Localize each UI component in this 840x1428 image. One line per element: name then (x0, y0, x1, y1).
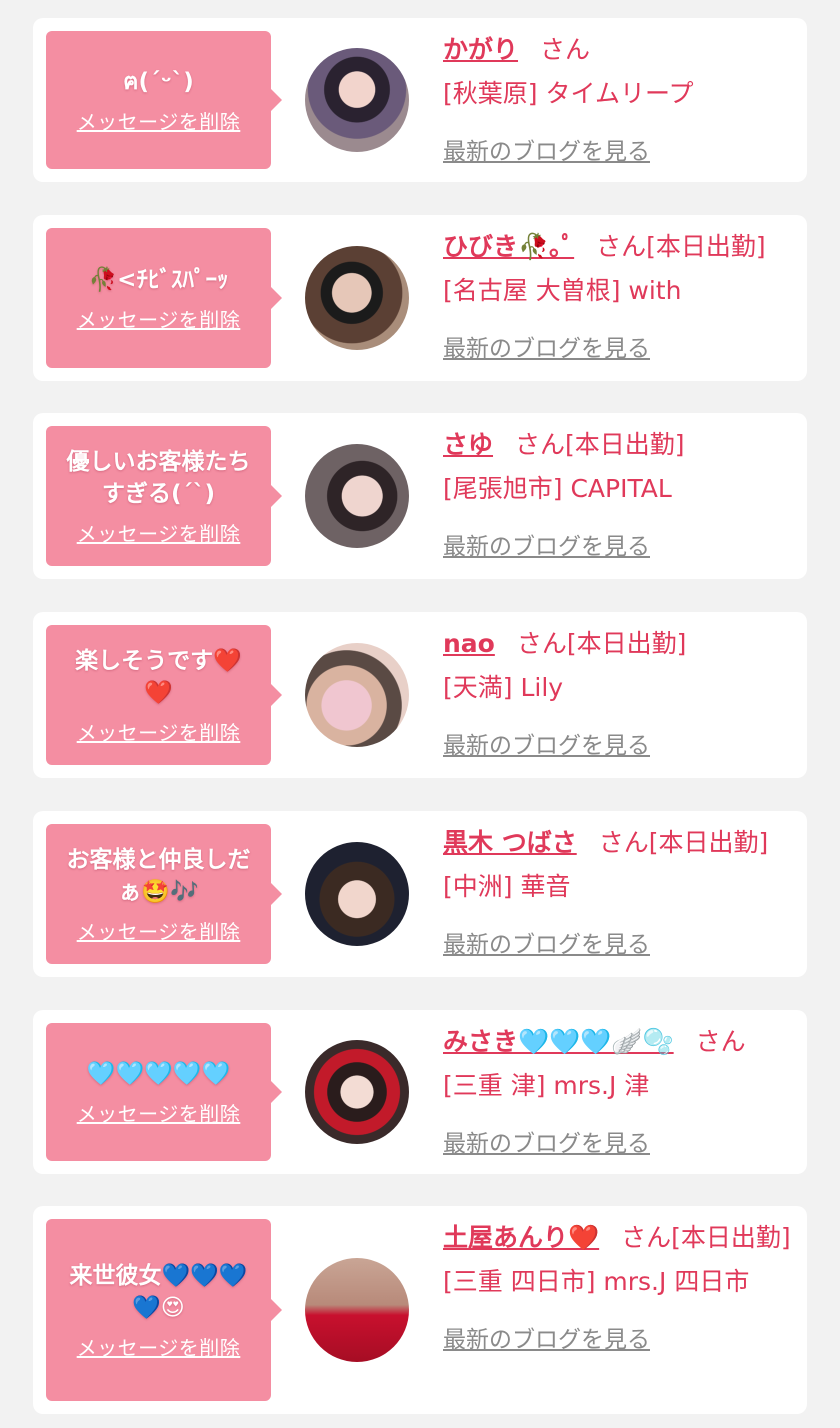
message-text: 来世彼女💙💙💙 💙😍 (69, 1262, 248, 1321)
name-line: 黒木 つばさ さん[本日出勤] (443, 827, 793, 859)
name-line: ひびき🥀｡ﾟ さん[本日出勤] (443, 231, 793, 263)
message-card: 楽しそうです❤️ ❤️ メッセージを削除 nao さん[本日出勤] [天満] Li… (33, 612, 807, 778)
message-bubble: 🩵🩵🩵🩵🩵 メッセージを削除 (46, 1023, 282, 1161)
shop-name: [三重 四日市] mrs.J 四日市 (443, 1267, 750, 1296)
shop-name: [尾張旭市] CAPITAL (443, 474, 672, 503)
name-suffix: さん[本日出勤] (621, 1223, 791, 1252)
name-line: 土屋あんり❤️ さん[本日出勤] (443, 1222, 793, 1254)
latest-blog-link[interactable]: 最新のブログを見る (443, 527, 650, 561)
cast-name-link[interactable]: さゆ (443, 430, 493, 459)
shop-name: [天満] Lily (443, 673, 564, 702)
cast-name-link[interactable]: nao (443, 629, 495, 658)
message-card: 🩵🩵🩵🩵🩵 メッセージを削除 みさき🩵🩵🩵🪽🫧 さん [三重 津] mrs.J 津… (33, 1010, 807, 1174)
name-suffix: さん[本日出勤] (596, 232, 766, 261)
shop-name: [中洲] 華音 (443, 872, 571, 901)
message-text: 楽しそうです❤️ ❤️ (75, 647, 242, 706)
avatar[interactable] (305, 48, 409, 152)
cast-name-link[interactable]: 土屋あんり❤️ (443, 1223, 599, 1252)
cast-info: nao さん[本日出勤] [天満] Lily 最新のブログを見る (443, 628, 793, 760)
cast-info: みさき🩵🩵🩵🪽🫧 さん [三重 津] mrs.J 津 最新のブログを見る (443, 1026, 793, 1158)
delete-message-button[interactable]: メッセージを削除 (77, 1098, 241, 1127)
message-card: 来世彼女💙💙💙 💙😍 メッセージを削除 土屋あんり❤️ さん[本日出勤] [三重 … (33, 1206, 807, 1414)
name-suffix: さん[本日出勤] (515, 430, 685, 459)
cast-name-link[interactable]: みさき🩵🩵🩵🪽🫧 (443, 1027, 674, 1056)
delete-message-button[interactable]: メッセージを削除 (77, 717, 241, 746)
message-bubble: 🥀<ﾁﾋﾞｽﾊﾟｰｯ メッセージを削除 (46, 228, 282, 368)
latest-blog-link[interactable]: 最新のブログを見る (443, 329, 650, 363)
cast-info: ひびき🥀｡ﾟ さん[本日出勤] [名古屋 大曽根] with 最新のブログを見る (443, 231, 793, 363)
latest-blog-link[interactable]: 最新のブログを見る (443, 925, 650, 959)
avatar[interactable] (305, 1040, 409, 1144)
latest-blog-link[interactable]: 最新のブログを見る (443, 1320, 650, 1354)
message-bubble: お客様と仲良しだ ぁ🤩🎶 メッセージを削除 (46, 824, 282, 964)
shop-name: [名古屋 大曽根] with (443, 276, 682, 305)
message-card: 優しいお客様たち すぎる(´`) メッセージを削除 さゆ さん[本日出勤] [尾張… (33, 413, 807, 579)
name-suffix: さん (695, 1027, 746, 1056)
delete-message-button[interactable]: メッセージを削除 (77, 304, 241, 333)
message-card: お客様と仲良しだ ぁ🤩🎶 メッセージを削除 黒木 つばさ さん[本日出勤] [中洲… (33, 811, 807, 977)
message-bubble: 優しいお客様たち すぎる(´`) メッセージを削除 (46, 426, 282, 566)
delete-message-button[interactable]: メッセージを削除 (77, 916, 241, 945)
message-text: 🥀<ﾁﾋﾞｽﾊﾟｰｯ (88, 266, 229, 293)
delete-message-button[interactable]: メッセージを削除 (77, 518, 241, 547)
cast-name-link[interactable]: かがり (443, 35, 518, 64)
message-text: お客様と仲良しだ ぁ🤩🎶 (66, 846, 251, 905)
message-card: ฅ(ˊᵕˋ) メッセージを削除 かがり さん [秋葉原] タイムリープ 最新のブロ… (33, 18, 807, 182)
message-text: ฅ(ˊᵕˋ) (123, 68, 194, 95)
message-card: 🥀<ﾁﾋﾞｽﾊﾟｰｯ メッセージを削除 ひびき🥀｡ﾟ さん[本日出勤] [名古屋 … (33, 215, 807, 381)
cast-name-link[interactable]: 黒木 つばさ (443, 828, 577, 857)
latest-blog-link[interactable]: 最新のブログを見る (443, 132, 650, 166)
message-bubble: 楽しそうです❤️ ❤️ メッセージを削除 (46, 625, 282, 765)
name-suffix: さん (540, 35, 591, 64)
avatar[interactable] (305, 842, 409, 946)
cast-info: かがり さん [秋葉原] タイムリープ 最新のブログを見る (443, 34, 793, 166)
message-text: 優しいお客様たち すぎる(´`) (66, 448, 251, 507)
name-line: かがり さん (443, 34, 793, 66)
latest-blog-link[interactable]: 最新のブログを見る (443, 1124, 650, 1158)
cast-info: 土屋あんり❤️ さん[本日出勤] [三重 四日市] mrs.J 四日市 最新のブロ… (443, 1222, 793, 1354)
delete-message-button[interactable]: メッセージを削除 (77, 1332, 241, 1361)
avatar[interactable] (305, 1258, 409, 1362)
avatar[interactable] (305, 246, 409, 350)
message-bubble: ฅ(ˊᵕˋ) メッセージを削除 (46, 31, 282, 169)
message-bubble: 来世彼女💙💙💙 💙😍 メッセージを削除 (46, 1219, 282, 1401)
cast-info: 黒木 つばさ さん[本日出勤] [中洲] 華音 最新のブログを見る (443, 827, 793, 959)
delete-message-button[interactable]: メッセージを削除 (77, 106, 241, 135)
shop-name: [三重 津] mrs.J 津 (443, 1071, 650, 1100)
name-line: nao さん[本日出勤] (443, 628, 793, 660)
name-suffix: さん[本日出勤] (598, 828, 769, 857)
cast-name-link[interactable]: ひびき🥀｡ﾟ (443, 232, 574, 261)
name-line: さゆ さん[本日出勤] (443, 429, 793, 461)
message-text: 🩵🩵🩵🩵🩵 (86, 1060, 231, 1087)
avatar[interactable] (305, 444, 409, 548)
name-line: みさき🩵🩵🩵🪽🫧 さん (443, 1026, 793, 1058)
shop-name: [秋葉原] タイムリープ (443, 79, 694, 108)
name-suffix: さん[本日出勤] (516, 629, 687, 658)
latest-blog-link[interactable]: 最新のブログを見る (443, 726, 650, 760)
avatar[interactable] (305, 643, 409, 747)
cast-info: さゆ さん[本日出勤] [尾張旭市] CAPITAL 最新のブログを見る (443, 429, 793, 561)
